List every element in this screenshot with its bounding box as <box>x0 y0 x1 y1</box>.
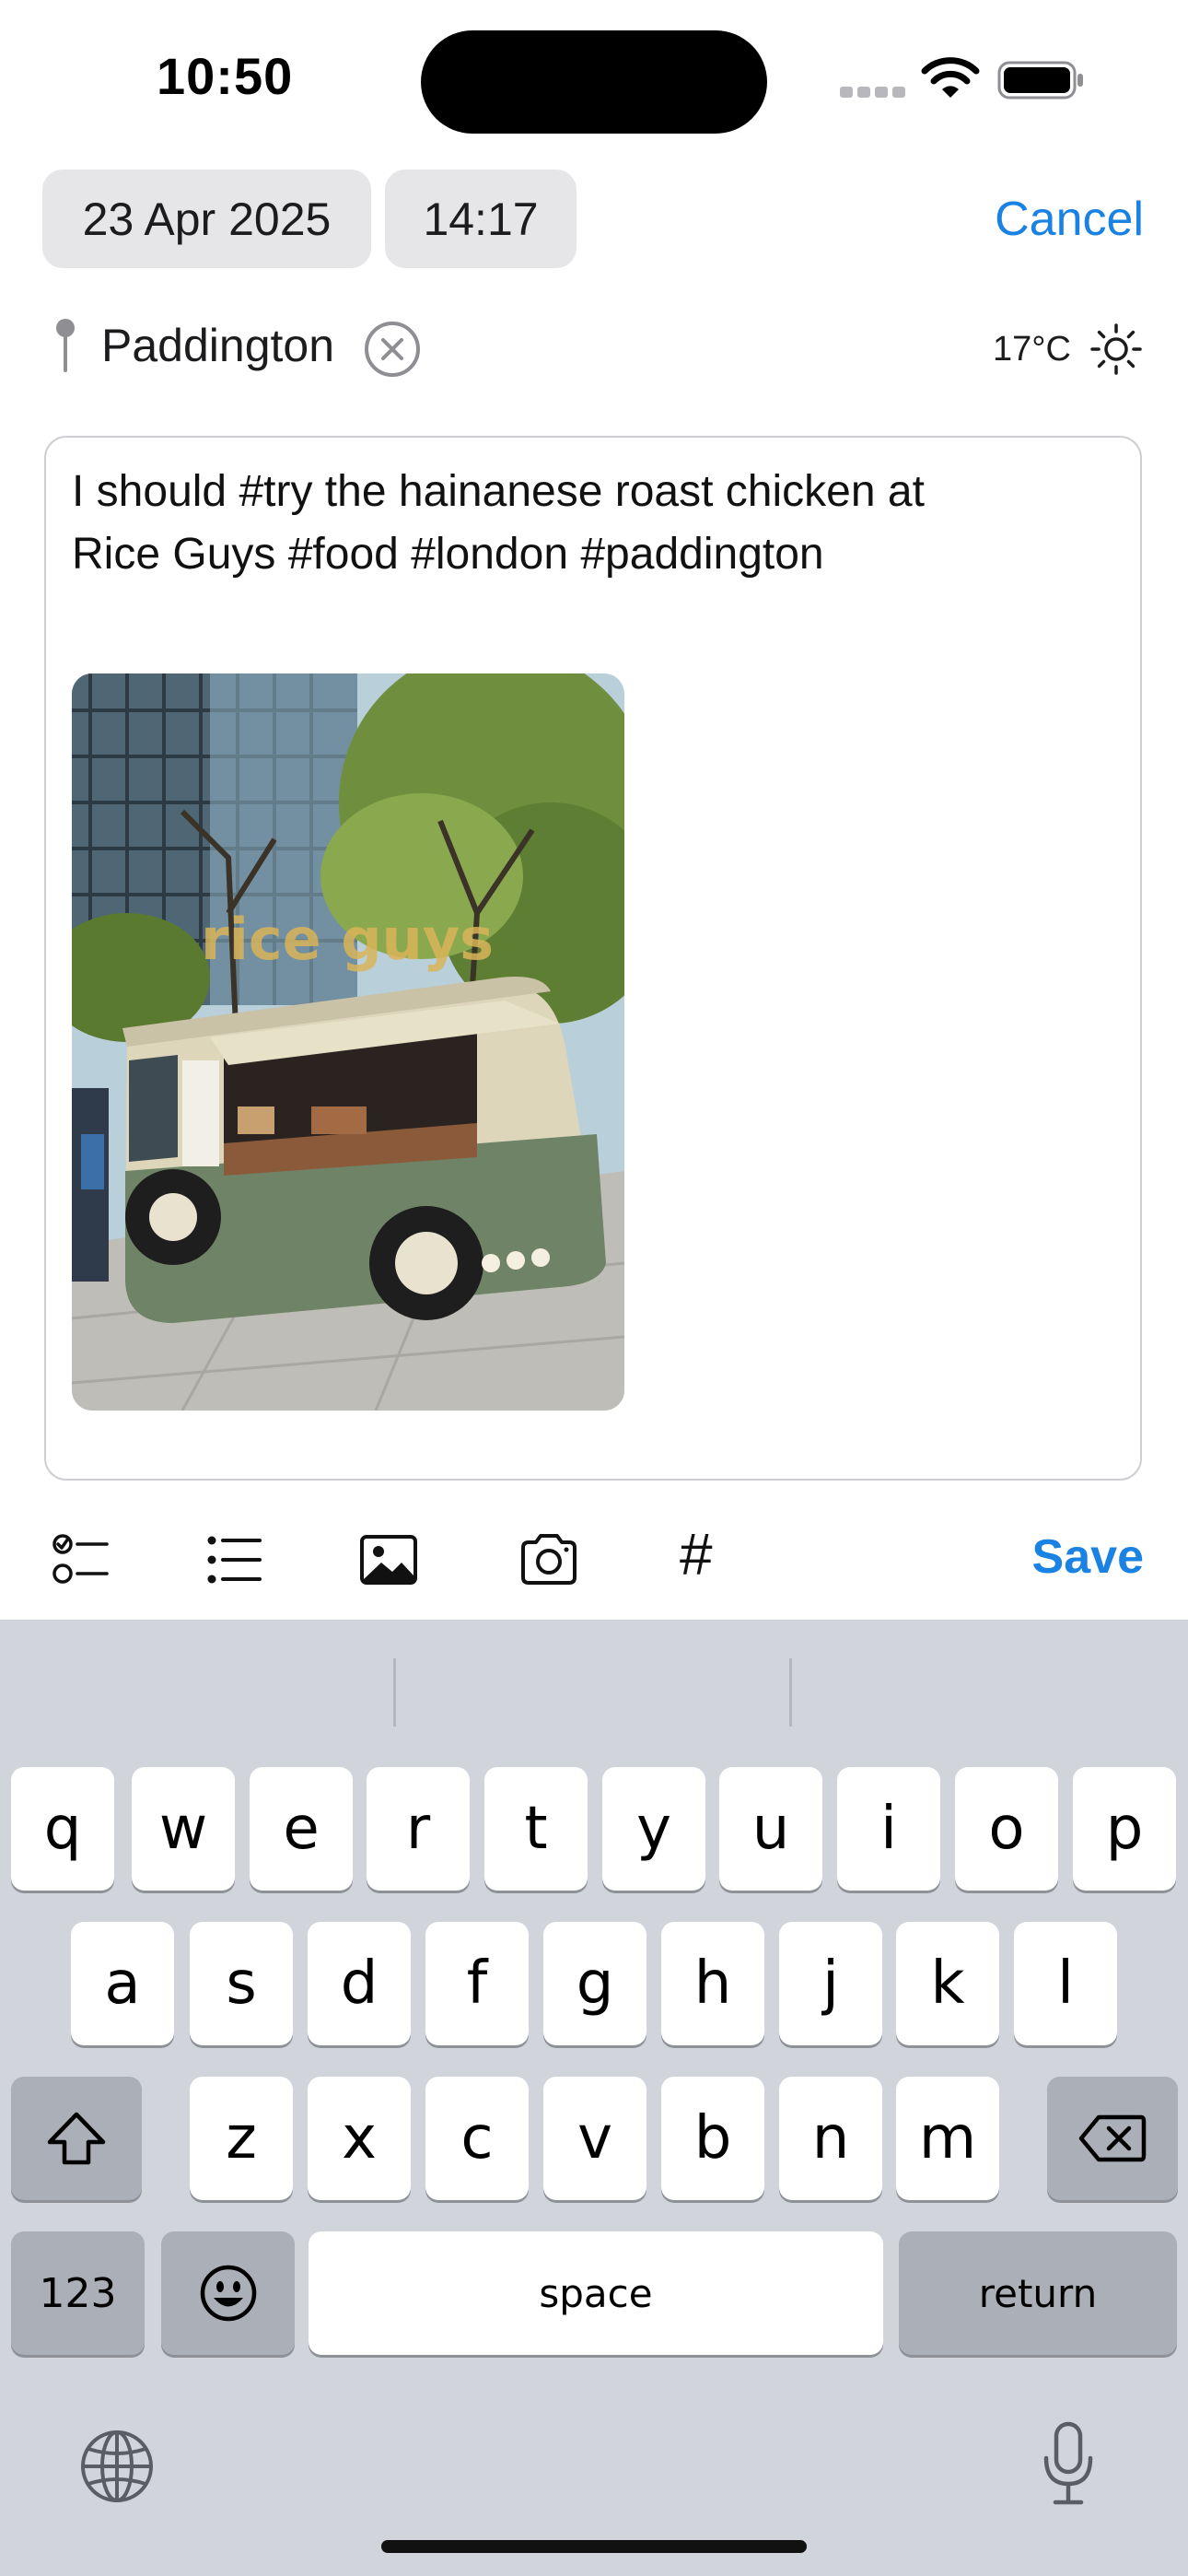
key-h[interactable]: h <box>661 1922 764 2045</box>
key-v[interactable]: v <box>543 2077 646 2200</box>
key-x[interactable]: x <box>308 2077 411 2200</box>
key-q[interactable]: q <box>11 1767 114 1891</box>
return-key[interactable]: return <box>899 2231 1177 2355</box>
key-g[interactable]: g <box>543 1922 646 2045</box>
suggestion-divider <box>393 1658 396 1727</box>
key-s[interactable]: s <box>190 1922 293 2045</box>
backspace-icon <box>1078 2114 1147 2162</box>
wifi-icon <box>921 57 980 98</box>
key-u[interactable]: u <box>719 1767 822 1891</box>
save-button[interactable]: Save <box>1032 1529 1144 1585</box>
key-y[interactable]: y <box>602 1767 705 1891</box>
numbers-key[interactable]: 123 <box>11 2231 145 2355</box>
space-key[interactable]: space <box>309 2231 883 2355</box>
key-d[interactable]: d <box>308 1922 411 2045</box>
hashtag-icon[interactable]: # <box>680 1520 713 1588</box>
clear-location-icon[interactable] <box>364 321 421 378</box>
suggestion-divider <box>789 1658 792 1727</box>
bullet-list-icon[interactable] <box>206 1529 262 1590</box>
key-m[interactable]: m <box>896 2077 999 2200</box>
home-indicator <box>381 2540 807 2553</box>
delete-key[interactable] <box>1047 2077 1178 2200</box>
keyboard: q w e r t y u i o p a s d f g h j k l z … <box>0 1620 1188 2576</box>
sun-weather-icon <box>1090 323 1142 375</box>
battery-icon <box>997 61 1083 100</box>
shift-arrow-icon <box>47 2112 106 2165</box>
key-i[interactable]: i <box>837 1767 940 1891</box>
key-b[interactable]: b <box>661 2077 764 2200</box>
note-text[interactable]: I should #try the hainanese roast chicke… <box>72 461 1103 586</box>
checklist-icon[interactable] <box>52 1529 109 1590</box>
microphone-icon[interactable] <box>1041 2421 1096 2506</box>
key-l[interactable]: l <box>1014 1922 1117 2045</box>
shift-key[interactable] <box>11 2077 142 2200</box>
globe-icon[interactable] <box>79 2429 155 2504</box>
key-c[interactable]: c <box>425 2077 529 2200</box>
time-picker-button[interactable]: 14:17 <box>385 170 577 268</box>
camera-icon[interactable] <box>518 1529 580 1590</box>
key-r[interactable]: r <box>367 1767 470 1891</box>
key-n[interactable]: n <box>779 2077 882 2200</box>
photo-sign-text: rice guys <box>201 906 494 973</box>
cellular-signal-icon <box>840 87 905 100</box>
cancel-button[interactable]: Cancel <box>995 192 1144 247</box>
food-truck-photo: rice guys <box>72 673 624 1411</box>
status-time: 10:50 <box>157 47 294 105</box>
dynamic-island <box>421 30 767 134</box>
key-k[interactable]: k <box>896 1922 999 2045</box>
attached-photo[interactable]: rice guys <box>72 673 624 1411</box>
key-f[interactable]: f <box>425 1922 529 2045</box>
date-picker-button[interactable]: 23 Apr 2025 <box>42 170 371 268</box>
key-e[interactable]: e <box>250 1767 353 1891</box>
key-o[interactable]: o <box>955 1767 1058 1891</box>
location-pin-icon <box>56 319 75 372</box>
key-t[interactable]: t <box>484 1767 588 1891</box>
location-name[interactable]: Paddington <box>101 319 334 372</box>
key-w[interactable]: w <box>132 1767 235 1891</box>
key-z[interactable]: z <box>190 2077 293 2200</box>
emoji-icon <box>200 2265 256 2322</box>
key-j[interactable]: j <box>779 1922 882 2045</box>
temperature-label: 17°C <box>993 330 1071 369</box>
photo-library-icon[interactable] <box>359 1529 418 1590</box>
key-p[interactable]: p <box>1073 1767 1176 1891</box>
key-a[interactable]: a <box>71 1922 174 2045</box>
emoji-key[interactable] <box>161 2231 295 2355</box>
